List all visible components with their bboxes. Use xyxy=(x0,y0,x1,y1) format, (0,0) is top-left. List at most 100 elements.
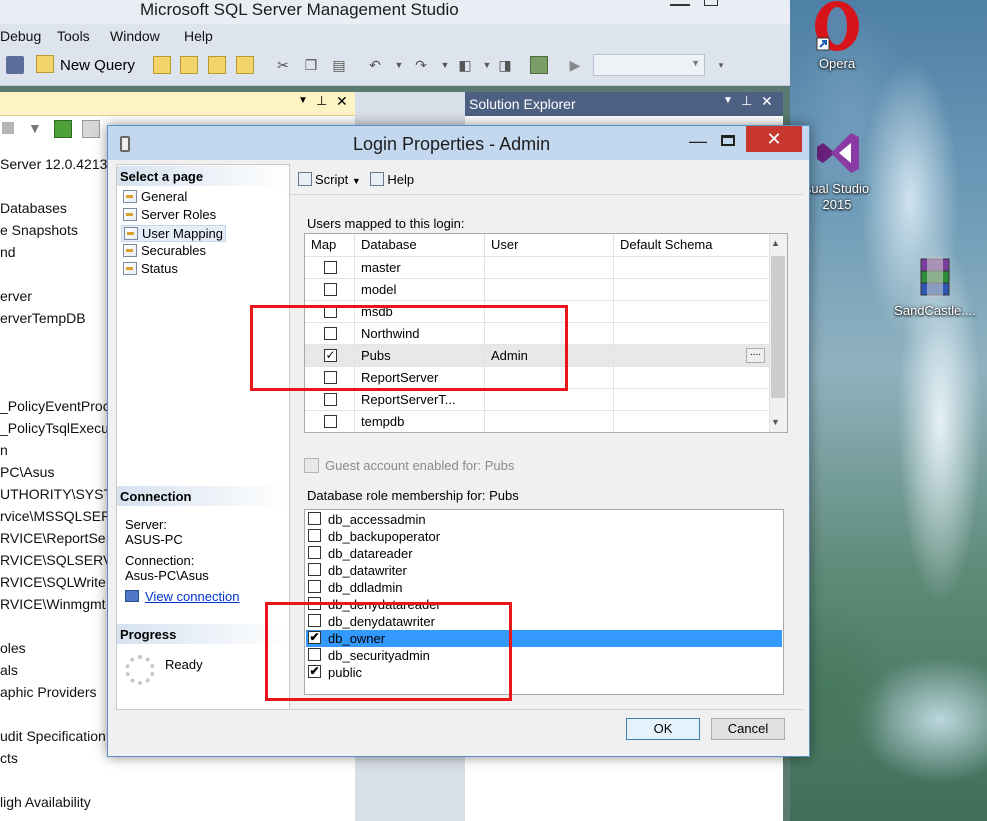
navigate-dropdown-icon[interactable]: ▼ xyxy=(478,56,496,74)
menu-debug[interactable]: Debug xyxy=(0,28,41,44)
default-schema-cell[interactable] xyxy=(614,411,769,432)
role-item[interactable]: db_denydatareader xyxy=(306,596,782,613)
map-checkbox[interactable] xyxy=(324,283,337,296)
user-cell[interactable] xyxy=(485,323,614,345)
query-file-icon[interactable] xyxy=(153,56,171,74)
users-grid-scroll-thumb[interactable] xyxy=(771,256,785,398)
table-row[interactable]: master xyxy=(305,256,769,279)
xmla-query-icon[interactable] xyxy=(236,56,254,74)
object-explorer-node[interactable]: rvice\MSSQLSER xyxy=(0,508,111,524)
pin-icon[interactable]: ⊥ xyxy=(316,93,327,109)
undo-dropdown-icon[interactable]: ▼ xyxy=(390,56,408,74)
table-row[interactable]: ReportServer xyxy=(305,366,769,389)
object-explorer-node[interactable]: e Snapshots xyxy=(0,222,78,238)
table-row[interactable]: model xyxy=(305,278,769,301)
database-icon[interactable] xyxy=(6,56,24,74)
close-pane-icon[interactable]: ✕ xyxy=(761,93,773,110)
redo-dropdown-icon[interactable]: ▼ xyxy=(436,56,454,74)
copy-icon[interactable]: ❐ xyxy=(302,56,320,74)
role-checkbox[interactable] xyxy=(308,597,321,610)
role-checkbox[interactable] xyxy=(308,563,321,576)
column-header-database[interactable]: Database xyxy=(355,234,485,256)
role-item[interactable]: ✔ public xyxy=(306,664,782,681)
desktop-icon-sandcastle[interactable]: SandCastle.... xyxy=(885,255,985,319)
scroll-up-icon[interactable]: ▲ xyxy=(771,238,780,248)
column-header-user[interactable]: User xyxy=(485,234,614,256)
object-explorer-node[interactable]: n xyxy=(0,442,8,458)
object-explorer-node[interactable]: RVICE\SQLWrite xyxy=(0,574,106,590)
user-cell[interactable] xyxy=(485,411,614,432)
mdx-query-icon[interactable] xyxy=(180,56,198,74)
view-connection-link[interactable]: View connection xyxy=(125,589,239,604)
navigate-forward-icon[interactable]: ◨ xyxy=(496,56,514,74)
role-checkbox[interactable] xyxy=(308,546,321,559)
page-item-server-roles[interactable]: Server Roles xyxy=(121,207,218,222)
default-schema-cell[interactable] xyxy=(614,367,769,389)
ssms-minimize-button[interactable] xyxy=(670,0,690,6)
scroll-down-icon[interactable]: ▼ xyxy=(771,417,780,427)
object-explorer-node[interactable]: Server 12.0.4213 xyxy=(0,156,107,172)
map-checkbox[interactable] xyxy=(324,261,337,274)
role-item[interactable]: ✔ db_owner xyxy=(306,630,782,647)
object-explorer-node[interactable]: erverTempDB xyxy=(0,310,86,326)
object-explorer-node[interactable]: RVICE\Winmgmt xyxy=(0,596,106,612)
minimize-button[interactable]: — xyxy=(683,128,713,156)
object-explorer-node[interactable]: udit Specification xyxy=(0,728,106,744)
database-combo[interactable]: ▼ xyxy=(593,54,705,76)
script-button[interactable]: Script ▼ xyxy=(298,172,361,187)
role-checkbox[interactable] xyxy=(308,512,321,525)
guest-account-checkbox[interactable] xyxy=(304,458,319,473)
activity-monitor-icon[interactable] xyxy=(530,56,548,74)
new-query-button[interactable]: New Query xyxy=(36,55,135,74)
column-header-default-schema[interactable]: Default Schema xyxy=(614,234,769,256)
object-explorer-node[interactable]: aphic Providers xyxy=(0,684,97,700)
object-explorer-node[interactable]: als xyxy=(0,662,18,678)
table-row[interactable]: Northwind xyxy=(305,322,769,345)
map-checkbox[interactable] xyxy=(324,393,337,406)
activity-icon[interactable] xyxy=(82,120,100,138)
role-checkbox[interactable]: ✔ xyxy=(308,665,321,678)
user-cell[interactable] xyxy=(485,257,614,279)
map-checkbox[interactable] xyxy=(324,371,337,384)
dmx-query-icon[interactable] xyxy=(208,56,226,74)
user-cell[interactable] xyxy=(485,389,614,411)
role-item[interactable]: db_securityadmin xyxy=(306,647,782,664)
user-cell[interactable] xyxy=(485,279,614,301)
page-item-general[interactable]: General xyxy=(121,189,189,204)
stop-icon[interactable] xyxy=(2,122,14,134)
user-cell[interactable] xyxy=(485,367,614,389)
refresh-icon[interactable] xyxy=(54,120,72,138)
role-item[interactable]: db_datareader xyxy=(306,545,782,562)
column-header-map[interactable]: Map xyxy=(305,234,355,256)
user-cell[interactable]: Admin xyxy=(485,345,614,367)
role-item[interactable]: db_accessadmin xyxy=(306,511,782,528)
role-item[interactable]: db_datawriter xyxy=(306,562,782,579)
object-explorer-node[interactable]: RVICE\ReportSe xyxy=(0,530,106,546)
map-checkbox[interactable]: ✓ xyxy=(324,349,337,362)
role-item[interactable]: db_backupoperator xyxy=(306,528,782,545)
default-schema-cell[interactable] xyxy=(614,301,769,323)
table-row[interactable]: ✓ Pubs Admin.... xyxy=(305,344,769,367)
role-checkbox[interactable] xyxy=(308,529,321,542)
page-item-securables[interactable]: Securables xyxy=(121,243,208,258)
map-checkbox[interactable] xyxy=(324,327,337,340)
toolbar-overflow-icon[interactable]: ▾ xyxy=(712,56,730,74)
map-checkbox[interactable] xyxy=(324,305,337,318)
dialog-system-icon[interactable] xyxy=(120,136,130,152)
desktop-icon-opera[interactable]: Opera xyxy=(790,0,887,72)
help-button[interactable]: Help xyxy=(370,172,414,187)
role-item[interactable]: db_ddladmin xyxy=(306,579,782,596)
role-checkbox[interactable] xyxy=(308,648,321,661)
table-row[interactable]: msdb xyxy=(305,300,769,323)
ok-button[interactable]: OK xyxy=(626,718,700,740)
object-explorer-node[interactable]: Databases xyxy=(0,200,67,216)
object-explorer-node[interactable]: _PolicyEventProc xyxy=(0,398,110,414)
close-pane-icon[interactable]: ✕ xyxy=(336,93,348,110)
navigate-backward-icon[interactable]: ◧ xyxy=(456,56,474,74)
paste-icon[interactable]: ▤ xyxy=(330,56,348,74)
pin-icon[interactable]: ⊥ xyxy=(741,93,752,109)
user-cell[interactable] xyxy=(485,301,614,323)
object-explorer-node[interactable]: PC\Asus xyxy=(0,464,54,480)
default-schema-cell[interactable] xyxy=(614,323,769,345)
object-explorer-node[interactable]: _PolicyTsqlExecu xyxy=(0,420,109,436)
